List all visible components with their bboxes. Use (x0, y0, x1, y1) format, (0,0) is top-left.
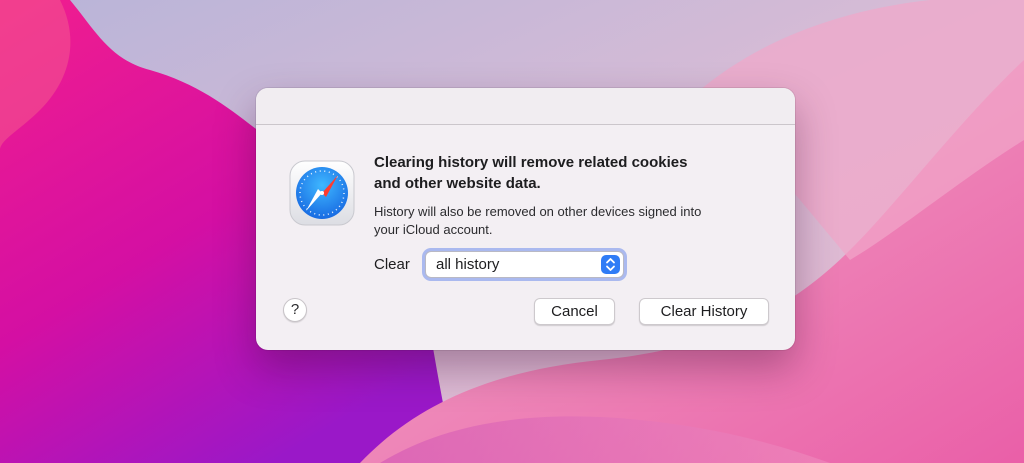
desktop: Clearing history will remove related coo… (0, 0, 1024, 463)
detail-line-1: History will also be removed on other de… (374, 204, 702, 219)
chevron-up-down-icon (606, 258, 615, 271)
cancel-button[interactable]: Cancel (534, 298, 615, 325)
history-range-select[interactable]: all history (425, 251, 624, 278)
help-button[interactable]: ? (283, 298, 307, 322)
clear-label: Clear (374, 256, 410, 273)
dialog-detail-text: History will also be removed on other de… (374, 203, 774, 239)
clear-history-button[interactable]: Clear History (639, 298, 769, 325)
dialog-headline: Clearing history will remove related coo… (374, 152, 764, 194)
safari-compass-icon (289, 160, 355, 226)
history-range-value: all history (436, 256, 500, 273)
dialog-titlebar (256, 88, 795, 125)
headline-line-1: Clearing history will remove related coo… (374, 154, 688, 171)
detail-line-2: your iCloud account. (374, 222, 493, 237)
headline-line-2: and other website data. (374, 175, 541, 192)
clear-history-dialog: Clearing history will remove related coo… (256, 88, 795, 350)
select-stepper (601, 255, 620, 274)
